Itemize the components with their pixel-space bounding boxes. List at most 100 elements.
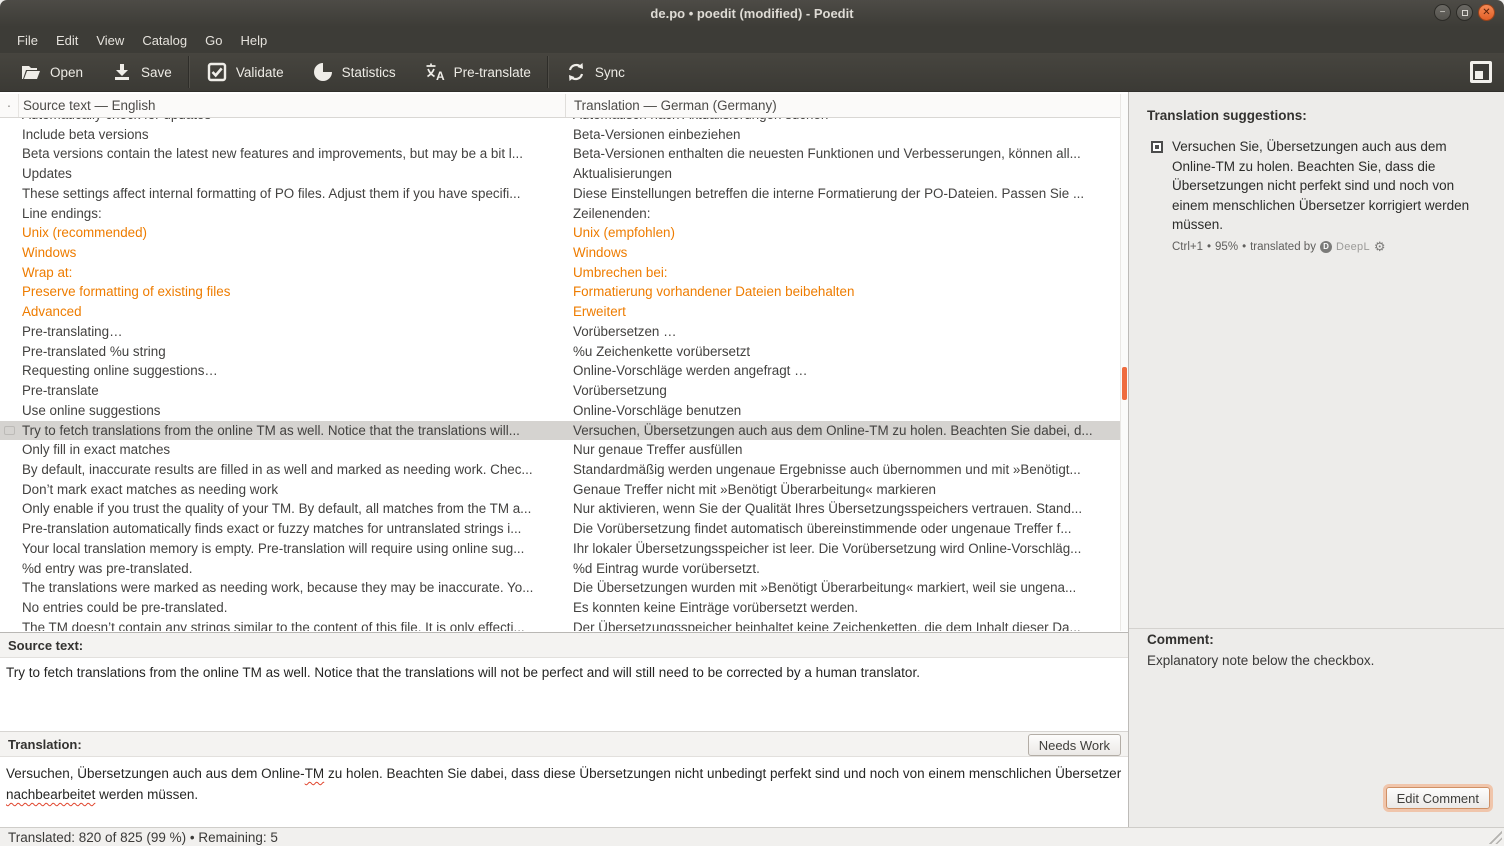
edit-comment-button[interactable]: Edit Comment bbox=[1386, 787, 1490, 809]
save-button[interactable]: Save bbox=[97, 53, 186, 91]
toolbar-separator bbox=[547, 56, 549, 88]
open-button[interactable]: Open bbox=[6, 53, 97, 91]
table-row[interactable]: Beta versions contain the latest new fea… bbox=[0, 144, 1120, 164]
table-row[interactable]: Only fill in exact matchesNur genaue Tre… bbox=[0, 440, 1120, 460]
table-row[interactable]: The TM doesn’t contain any strings simil… bbox=[0, 618, 1120, 631]
translation-label: Translation: bbox=[8, 737, 82, 752]
row-marker bbox=[0, 302, 18, 322]
statistics-icon bbox=[312, 61, 334, 83]
table-row[interactable]: These settings affect internal formattin… bbox=[0, 184, 1120, 204]
translation-cell: Es konnten keine Einträge vorübersetzt w… bbox=[565, 598, 1120, 618]
row-marker bbox=[0, 361, 18, 381]
save-icon bbox=[111, 61, 133, 83]
deepl-wordmark: DeepL bbox=[1336, 241, 1370, 253]
translation-cell: Versuchen, Übersetzungen auch aus dem On… bbox=[565, 421, 1120, 441]
table-scrollbar[interactable] bbox=[1120, 94, 1128, 631]
sidebar-toggle-button[interactable] bbox=[1470, 61, 1492, 83]
gear-icon[interactable]: ⚙ bbox=[1374, 239, 1386, 255]
source-cell: Only enable if you trust the quality of … bbox=[18, 499, 565, 519]
statistics-button[interactable]: Statistics bbox=[298, 53, 410, 91]
translation-cell: Online-Vorschläge benutzen bbox=[565, 401, 1120, 421]
source-cell: Unix (recommended) bbox=[18, 223, 565, 243]
save-label: Save bbox=[141, 65, 172, 80]
translation-cell: Die Vorübersetzung findet automatisch üb… bbox=[565, 519, 1120, 539]
minimize-button[interactable]: − bbox=[1434, 4, 1451, 21]
comment-text: Explanatory note below the checkbox. bbox=[1147, 653, 1374, 668]
source-cell: Preserve formatting of existing files bbox=[18, 282, 565, 302]
needs-work-button[interactable]: Needs Work bbox=[1028, 734, 1121, 756]
table-row[interactable]: Use online suggestionsOnline-Vorschläge … bbox=[0, 401, 1120, 421]
table-row[interactable]: Try to fetch translations from the onlin… bbox=[0, 421, 1120, 441]
status-text: Translated: 820 of 825 (99 %) • Remainin… bbox=[8, 830, 278, 845]
translation-cell: Automatisch nach Aktualisierungen suchen bbox=[565, 118, 1120, 125]
row-marker bbox=[0, 499, 18, 519]
translation-cell: Die Übersetzungen wurden mit »Benötigt Ü… bbox=[565, 578, 1120, 598]
table-row[interactable]: Don’t mark exact matches as needing work… bbox=[0, 480, 1120, 500]
table-row[interactable]: Pre-translation automatically finds exac… bbox=[0, 519, 1120, 539]
table-row[interactable]: Preserve formatting of existing filesFor… bbox=[0, 282, 1120, 302]
source-cell: Beta versions contain the latest new fea… bbox=[18, 144, 565, 164]
menu-item-help[interactable]: Help bbox=[231, 28, 276, 53]
table-row[interactable]: %d entry was pre-translated.%d Eintrag w… bbox=[0, 559, 1120, 579]
source-cell: Pre-translating… bbox=[18, 322, 565, 342]
table-row[interactable]: Your local translation memory is empty. … bbox=[0, 539, 1120, 559]
row-marker bbox=[0, 519, 18, 539]
source-cell: Automatically check for updates bbox=[18, 118, 565, 125]
sync-button[interactable]: Sync bbox=[551, 53, 639, 91]
translation-cell: Vorübersetzung bbox=[565, 381, 1120, 401]
maximize-icon bbox=[1462, 10, 1468, 16]
menu-item-edit[interactable]: Edit bbox=[47, 28, 87, 53]
table-row[interactable]: Pre-translateVorübersetzung bbox=[0, 381, 1120, 401]
source-cell: Pre-translation automatically finds exac… bbox=[18, 519, 565, 539]
pretranslate-button[interactable]: APre-translate bbox=[410, 53, 545, 91]
translation-cell: Diese Einstellungen betreffen die intern… bbox=[565, 184, 1120, 204]
table-row[interactable]: Include beta versionsBeta-Versionen einb… bbox=[0, 125, 1120, 145]
table-row[interactable]: UpdatesAktualisierungen bbox=[0, 164, 1120, 184]
source-cell: The TM doesn’t contain any strings simil… bbox=[18, 618, 565, 631]
table-row[interactable]: Pre-translating…Vorübersetzen … bbox=[0, 322, 1120, 342]
table-row[interactable]: Unix (recommended)Unix (empfohlen) bbox=[0, 223, 1120, 243]
table-row[interactable]: Line endings:Zeilenenden: bbox=[0, 204, 1120, 224]
translation-cell: Zeilenenden: bbox=[565, 204, 1120, 224]
translation-cell: Formatierung vorhandener Dateien beibeha… bbox=[565, 282, 1120, 302]
translation-input[interactable]: Versuchen, Übersetzungen auch aus dem On… bbox=[0, 757, 1128, 827]
close-button[interactable]: ✕ bbox=[1478, 4, 1495, 21]
suggestion-score: 95% bbox=[1215, 241, 1238, 253]
statistics-label: Statistics bbox=[342, 65, 396, 80]
translation-cell: Aktualisierungen bbox=[565, 164, 1120, 184]
table-header-source[interactable]: Source text — English bbox=[18, 94, 565, 117]
table-row[interactable]: AdvancedErweitert bbox=[0, 302, 1120, 322]
table-row[interactable]: Only enable if you trust the quality of … bbox=[0, 499, 1120, 519]
table-row[interactable]: Automatically check for updatesAutomatis… bbox=[0, 118, 1120, 125]
row-marker bbox=[0, 440, 18, 460]
menu-item-file[interactable]: File bbox=[8, 28, 47, 53]
open-icon bbox=[20, 61, 42, 83]
menu-item-catalog[interactable]: Catalog bbox=[133, 28, 196, 53]
misspelled-word: TM bbox=[305, 766, 325, 781]
row-marker bbox=[0, 598, 18, 618]
table-scrollbar-thumb[interactable] bbox=[1122, 367, 1127, 400]
table-row[interactable]: Wrap at:Umbrechen bei: bbox=[0, 263, 1120, 283]
table-header-marker[interactable]: · bbox=[0, 94, 18, 117]
table-row[interactable]: By default, inaccurate results are fille… bbox=[0, 460, 1120, 480]
menu-item-view[interactable]: View bbox=[87, 28, 133, 53]
table-row[interactable]: No entries could be pre-translated.Es ko… bbox=[0, 598, 1120, 618]
suggestion-item[interactable]: Versuchen Sie, Übersetzungen auch aus de… bbox=[1129, 123, 1504, 235]
source-cell: These settings affect internal formattin… bbox=[18, 184, 565, 204]
table-header-translation[interactable]: Translation — German (Germany) bbox=[565, 94, 1128, 117]
window-title: de.po • poedit (modified) - Poedit bbox=[650, 6, 853, 21]
menu-item-go[interactable]: Go bbox=[196, 28, 231, 53]
translation-cell: %d Eintrag wurde vorübersetzt. bbox=[565, 559, 1120, 579]
table-row[interactable]: Requesting online suggestions…Online-Vor… bbox=[0, 361, 1120, 381]
table-row[interactable]: WindowsWindows bbox=[0, 243, 1120, 263]
table-row[interactable]: Pre-translated %u string%u Zeichenkette … bbox=[0, 342, 1120, 362]
translation-band: Translation: Needs Work bbox=[0, 731, 1128, 757]
comment-indicator-icon bbox=[4, 426, 15, 435]
translation-cell: Vorübersetzen … bbox=[565, 322, 1120, 342]
validate-button[interactable]: Validate bbox=[192, 53, 298, 91]
maximize-button[interactable] bbox=[1456, 4, 1473, 21]
translation-text-part: Versuchen, Übersetzungen auch aus dem On… bbox=[6, 766, 305, 781]
misspelled-word: nachbearbeitet bbox=[6, 787, 95, 802]
table-row[interactable]: The translations were marked as needing … bbox=[0, 578, 1120, 598]
sidebar-toggle-icon bbox=[1473, 64, 1489, 80]
